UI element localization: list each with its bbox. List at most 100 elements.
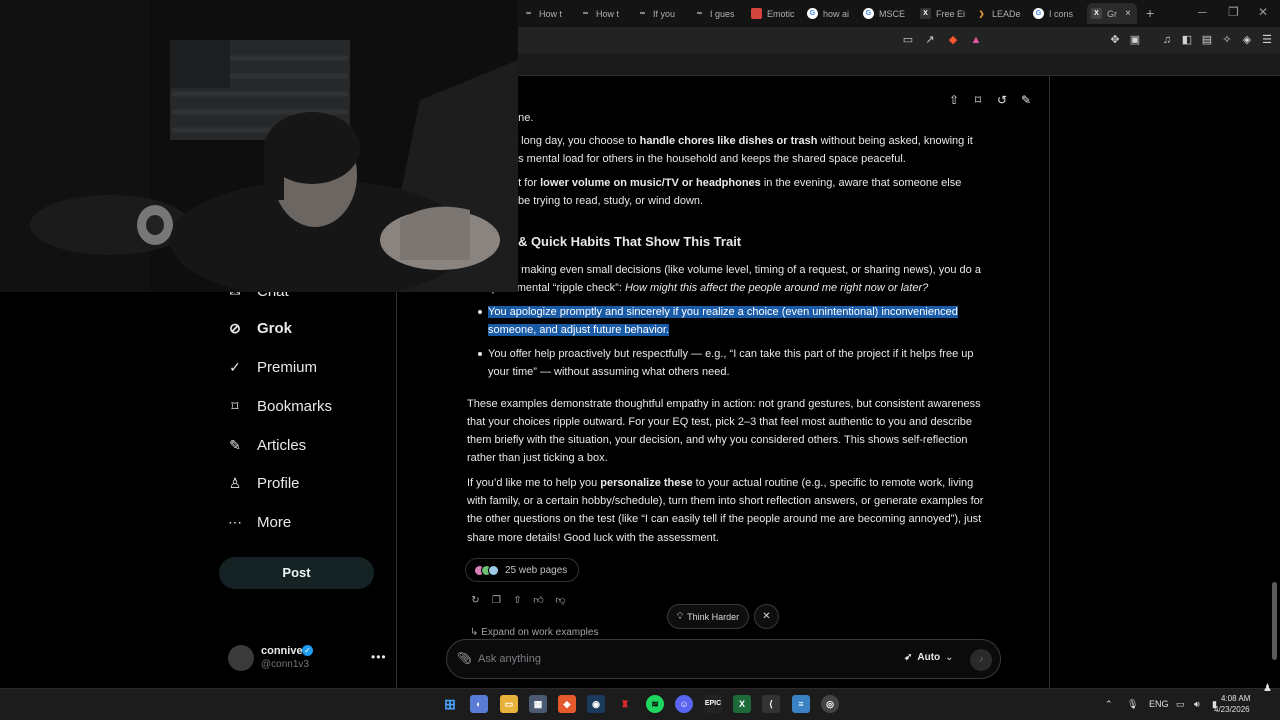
- tab-2[interactable]: ∞ How t: [580, 3, 630, 24]
- tab-1[interactable]: ∞ How t: [523, 3, 573, 24]
- minimize-icon[interactable]: ─: [1198, 5, 1207, 19]
- sidebar-toggle-icon[interactable]: ◧: [1180, 33, 1194, 47]
- google-icon: G: [807, 8, 818, 19]
- copy-icon[interactable]: ❐: [490, 594, 503, 607]
- share-icon[interactable]: ⇧: [946, 92, 962, 108]
- cast-icon[interactable]: ▭: [901, 33, 915, 47]
- extensions-icon[interactable]: ✥: [1108, 33, 1122, 47]
- tab-10[interactable]: GI cons: [1033, 3, 1083, 24]
- close-icon[interactable]: ✕: [754, 604, 779, 629]
- ask-input[interactable]: [478, 650, 878, 668]
- tab-4[interactable]: ∞ I gues: [694, 3, 744, 24]
- leo-icon[interactable]: ✧: [1220, 33, 1234, 47]
- media-icon[interactable]: ♫: [1160, 33, 1174, 47]
- rocket-icon: ➶: [904, 652, 913, 663]
- tab-7[interactable]: G MSCE: [863, 3, 913, 24]
- rewards-icon[interactable]: ▲: [969, 33, 983, 47]
- bullet-dot: [478, 310, 482, 314]
- web-sources-button[interactable]: 25 web pages: [465, 558, 579, 582]
- sidebar-item-more[interactable]: ⋯ More: [226, 513, 291, 531]
- x-icon: X: [920, 8, 931, 19]
- spotify-icon[interactable]: ≋: [646, 695, 664, 713]
- sidebar-item-bookmarks[interactable]: ⌑ Bookmarks: [226, 397, 332, 415]
- file-explorer-icon[interactable]: ▭: [500, 695, 518, 713]
- text-line: a long day, you choose to handle chores …: [512, 135, 973, 147]
- share-icon[interactable]: ⇧: [511, 594, 524, 607]
- tab-8[interactable]: X Free Ei: [920, 3, 970, 24]
- chrome-icon[interactable]: ◎: [821, 695, 839, 713]
- new-chat-icon[interactable]: ✎: [1018, 92, 1034, 108]
- webcam-feed: [0, 0, 518, 292]
- tray-chevron-icon[interactable]: ⌃: [1105, 699, 1113, 710]
- wallet-icon[interactable]: ▤: [1200, 33, 1214, 47]
- notification-icon[interactable]: ♟: [1263, 683, 1272, 694]
- sidebar-item-grok[interactable]: ⊘ Grok: [226, 319, 292, 337]
- sidebar-item-articles[interactable]: ✎ Articles: [226, 436, 306, 454]
- paragraph-line: that your choices ripple outward. For yo…: [467, 416, 973, 428]
- meta-icon: ∞: [697, 10, 702, 17]
- excel-icon[interactable]: X: [733, 695, 751, 713]
- brave-icon[interactable]: ◆: [558, 695, 576, 713]
- sidebar-item-premium[interactable]: ✓ Premium: [226, 358, 317, 376]
- store-icon[interactable]: ▦: [529, 695, 547, 713]
- tab-6[interactable]: Ghow ai: [807, 3, 857, 24]
- premium-icon: ✓: [229, 358, 241, 375]
- vpn-icon[interactable]: ◈: [1240, 33, 1254, 47]
- app-icon[interactable]: ♜: [616, 695, 634, 713]
- notepad-icon[interactable]: ≡: [792, 695, 810, 713]
- screenshot-icon[interactable]: ▣: [1128, 33, 1142, 47]
- voice-icon[interactable]: ♪: [970, 649, 992, 671]
- clock-date[interactable]: 4/23/2026: [1214, 705, 1250, 714]
- clock-time[interactable]: 4:08 AM: [1221, 694, 1250, 703]
- expand-suggestion[interactable]: ↳ Expand on work examples: [470, 627, 598, 638]
- text-line: be trying to read, study, or wind down.: [518, 195, 704, 207]
- thumbs-down-icon[interactable]: 👎︎: [554, 594, 567, 607]
- selected-text[interactable]: someone, and adjust future behavior.: [488, 321, 670, 339]
- new-tab-button[interactable]: +: [1146, 5, 1154, 21]
- tab-active[interactable]: X Gr ×: [1087, 3, 1137, 24]
- history-icon[interactable]: ↺: [994, 92, 1010, 108]
- selected-text[interactable]: You apologize promptly and sincerely if …: [488, 303, 958, 321]
- steam-icon[interactable]: ◉: [587, 695, 605, 713]
- mic-icon[interactable]: 🎙︎: [1127, 699, 1138, 710]
- tab-5[interactable]: Emotic: [751, 3, 801, 24]
- taskbar: [0, 688, 1280, 720]
- main-divider: [1049, 76, 1050, 688]
- tab-9[interactable]: ❯ LEADe: [976, 3, 1026, 24]
- start-icon[interactable]: ⊞: [441, 695, 459, 713]
- x-icon: X: [1091, 8, 1102, 19]
- menu-icon[interactable]: ☰: [1260, 33, 1274, 47]
- bullet-dot: [478, 352, 482, 356]
- think-harder-button[interactable]: 💡︎ Think Harder: [667, 604, 749, 629]
- source-icon: [488, 564, 499, 576]
- copilot-icon[interactable]: ◐: [470, 695, 488, 713]
- regenerate-icon[interactable]: ↻: [469, 594, 482, 607]
- account-menu-icon[interactable]: •••: [371, 650, 387, 664]
- bookmark-icon[interactable]: ⌑: [970, 92, 986, 108]
- close-tab-icon[interactable]: ×: [1125, 8, 1131, 19]
- maximize-icon[interactable]: ❐: [1228, 5, 1239, 19]
- paragraph-line: rather than just ticking a box.: [467, 452, 608, 464]
- close-window-icon[interactable]: ✕: [1258, 5, 1268, 19]
- network-icon[interactable]: ▭: [1176, 699, 1185, 710]
- scrollbar[interactable]: [1272, 582, 1277, 660]
- thumbs-up-icon[interactable]: 👍︎: [532, 594, 545, 607]
- discord-icon[interactable]: ☺: [675, 695, 693, 713]
- language-indicator[interactable]: ENG: [1149, 699, 1169, 709]
- epic-games-icon[interactable]: EPIC: [704, 695, 722, 713]
- meta-icon: ∞: [583, 10, 588, 17]
- avatar[interactable]: [228, 645, 254, 671]
- share-icon[interactable]: ↗: [923, 33, 937, 47]
- sidebar-item-profile[interactable]: ♙ Profile: [226, 474, 300, 492]
- post-button[interactable]: Post: [219, 557, 374, 589]
- volume-icon[interactable]: 🔊︎: [1194, 699, 1200, 710]
- bullet-text: your time” — without assuming what other…: [488, 366, 730, 378]
- attach-icon[interactable]: 📎︎: [457, 651, 472, 665]
- verified-badge-icon: ✓: [302, 645, 313, 656]
- tab-3[interactable]: ∞ If you: [637, 3, 687, 24]
- model-mode-selector[interactable]: ➶ Auto ⌄: [904, 652, 954, 663]
- paragraph-line: them briefly with the situation, your de…: [467, 434, 968, 446]
- brave-shields-icon[interactable]: ◆: [946, 33, 960, 47]
- red-icon: [751, 8, 762, 19]
- terminal-icon[interactable]: ⟨: [762, 695, 780, 713]
